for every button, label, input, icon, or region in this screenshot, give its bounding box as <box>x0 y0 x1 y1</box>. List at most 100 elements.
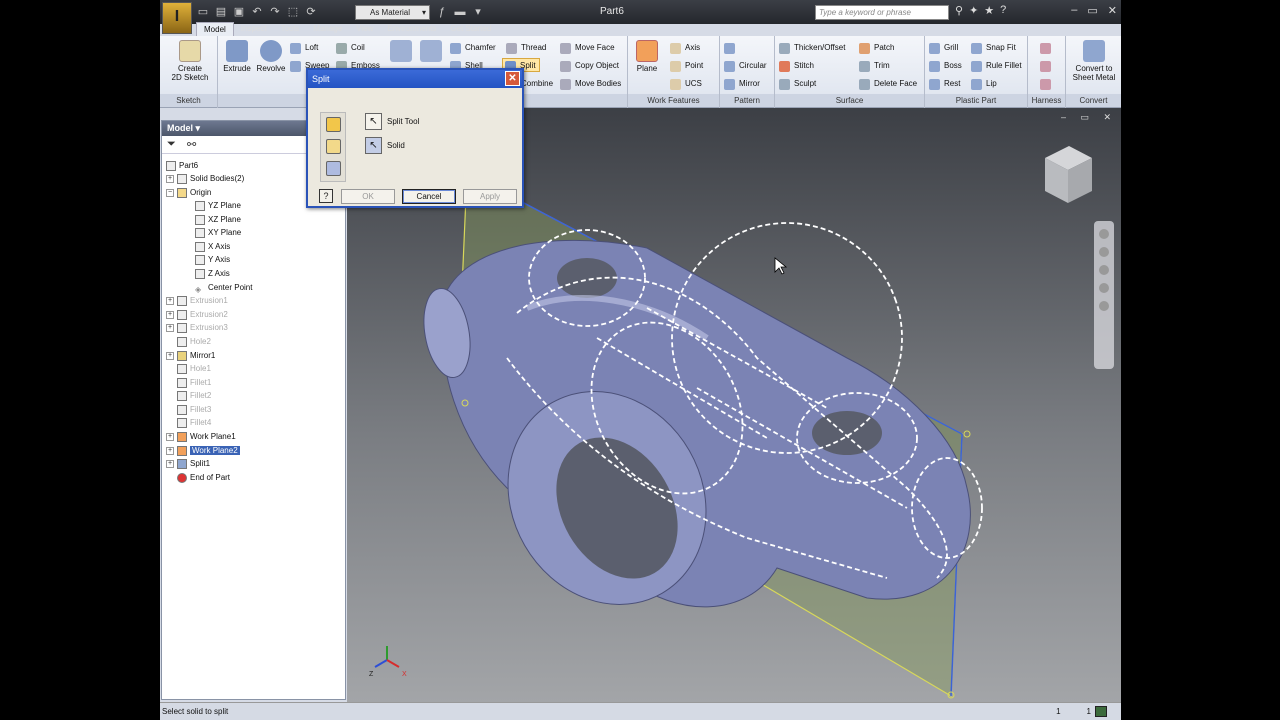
help-button[interactable]: ? <box>319 189 333 203</box>
harness-button-2[interactable] <box>1040 59 1052 73</box>
color-icon[interactable]: ▬ <box>453 5 467 19</box>
tree-item-y-axis[interactable]: Y Axis <box>195 253 230 266</box>
filter-icon[interactable]: ⏷ <box>167 138 176 151</box>
expand-icon[interactable]: + <box>166 323 174 332</box>
expand-icon[interactable]: + <box>166 351 174 360</box>
solid-selector[interactable]: ↖ Solid <box>365 137 405 155</box>
ucs-button[interactable]: UCS <box>670 77 702 91</box>
move-bodies-button[interactable]: Move Bodies <box>560 77 621 91</box>
viewcube-icon[interactable] <box>1045 146 1092 203</box>
tab-inspect[interactable]: Inspect <box>234 22 274 36</box>
expand-icon[interactable]: + <box>166 459 174 468</box>
arrow-icon[interactable]: ↖ <box>365 137 382 155</box>
rectangular-button[interactable] <box>724 41 739 55</box>
collapse-icon[interactable]: − <box>166 188 174 197</box>
tree-item-x-axis[interactable]: X Axis <box>195 240 230 253</box>
fx-icon[interactable]: ƒ <box>435 5 449 19</box>
revolve-button[interactable]: Revolve <box>254 40 288 73</box>
tab-manage[interactable]: Manage <box>306 22 349 36</box>
create-2d-sketch-button[interactable]: Create 2D Sketch <box>168 40 212 82</box>
axis-button[interactable]: Axis <box>670 41 700 55</box>
tree-item-mirror1[interactable]: + Mirror1 <box>166 349 215 362</box>
material-dropdown[interactable]: As Material <box>355 5 430 20</box>
sculpt-button[interactable]: Sculpt <box>779 77 816 91</box>
tree-item-extrusion3[interactable]: + Extrusion3 <box>166 321 228 334</box>
binoculars-icon[interactable]: ⚲ <box>955 4 963 17</box>
cancel-button[interactable]: Cancel <box>402 189 456 204</box>
arrow-icon[interactable]: ↖ <box>365 113 382 131</box>
stitch-button[interactable]: Stitch <box>779 59 814 73</box>
minimize-icon[interactable]: – <box>1071 4 1077 17</box>
tree-item-part6[interactable]: Part6 <box>166 159 198 172</box>
select-icon[interactable]: ⬚ <box>286 5 300 19</box>
orbit-icon[interactable] <box>1099 283 1109 293</box>
lip-button[interactable]: Lip <box>971 77 997 91</box>
steering-wheel-icon[interactable] <box>1099 229 1109 239</box>
tab-model[interactable]: Model <box>196 22 234 36</box>
tree-item-z-axis[interactable]: Z Axis <box>195 267 230 280</box>
boss-button[interactable]: Boss <box>929 59 962 73</box>
tree-item-hole1[interactable]: Hole1 <box>166 362 211 375</box>
undo-icon[interactable]: ↶ <box>250 5 264 19</box>
expand-icon[interactable]: + <box>166 432 174 441</box>
redo-icon[interactable]: ↷ <box>268 5 282 19</box>
chamfer-button[interactable]: Chamfer <box>450 41 496 55</box>
tree-item-work-plane1[interactable]: + Work Plane1 <box>166 430 236 443</box>
split-part-icon[interactable] <box>326 117 341 132</box>
tab-get-started[interactable]: Get Started <box>443 22 498 36</box>
update-icon[interactable]: ⟳ <box>304 5 318 19</box>
expand-icon[interactable]: + <box>166 174 174 183</box>
rule-fillet-button[interactable]: Rule Fillet <box>971 59 1022 73</box>
tree-item-origin[interactable]: − Origin <box>166 186 211 199</box>
trim-button[interactable]: Trim <box>859 59 890 73</box>
fillet-button[interactable] <box>418 40 444 64</box>
tree-item-yz-plane[interactable]: YZ Plane <box>195 199 241 212</box>
tree-item-fillet1[interactable]: Fillet1 <box>166 376 211 389</box>
tab-tools[interactable]: Tools <box>274 22 307 36</box>
close-icon[interactable]: ✕ <box>505 71 520 86</box>
wrench-icon[interactable]: ✦ <box>969 4 978 17</box>
extrude-button[interactable]: Extrude <box>220 40 254 73</box>
snap-fit-button[interactable]: Snap Fit <box>971 41 1016 55</box>
look-at-icon[interactable] <box>1099 301 1109 311</box>
thicken-button[interactable]: Thicken/Offset <box>779 41 845 55</box>
hole-button[interactable] <box>388 40 414 64</box>
pan-icon[interactable] <box>1099 247 1109 257</box>
tab-view[interactable]: View <box>349 22 380 36</box>
point-button[interactable]: Point <box>670 59 703 73</box>
expand-icon[interactable]: + <box>166 446 174 455</box>
navigation-bar[interactable] <box>1094 221 1114 369</box>
patch-button[interactable]: Patch <box>859 41 894 55</box>
new-icon[interactable]: ▭ <box>196 5 210 19</box>
split-face-icon[interactable] <box>326 139 341 154</box>
mirror-button[interactable]: Mirror <box>724 77 760 91</box>
tree-item-solid-bodies[interactable]: + Solid Bodies(2) <box>166 172 244 185</box>
convert-sheet-metal-button[interactable]: Convert to Sheet Metal <box>1068 40 1120 82</box>
split-tool-selector[interactable]: ↖ Split Tool <box>365 113 419 131</box>
ok-button[interactable]: OK <box>341 189 395 204</box>
close-icon[interactable]: ✕ <box>1108 4 1117 17</box>
star-icon[interactable]: ★ <box>984 4 994 17</box>
open-icon[interactable]: ▤ <box>214 5 228 19</box>
search-input[interactable]: Type a keyword or phrase <box>815 5 949 20</box>
tree-item-fillet2[interactable]: Fillet2 <box>166 389 211 402</box>
tree-item-fillet3[interactable]: Fillet3 <box>166 403 211 416</box>
apply-button[interactable]: Apply <box>463 189 517 204</box>
zoom-icon[interactable] <box>1099 265 1109 275</box>
find-icon[interactable]: ⚯ <box>187 138 196 151</box>
tree-item-xy-plane[interactable]: XY Plane <box>195 226 241 239</box>
expand-icon[interactable]: + <box>166 296 174 305</box>
tree-item-center-point[interactable]: ◈ Center Point <box>195 281 252 294</box>
plane-button[interactable]: Plane <box>632 40 662 73</box>
tree-item-work-plane2[interactable]: + Work Plane2 <box>166 444 240 457</box>
tree-item-split1[interactable]: + Split1 <box>166 457 210 470</box>
loft-button[interactable]: Loft <box>290 41 318 55</box>
harness-button-1[interactable] <box>1040 41 1052 55</box>
help-icon[interactable]: ? <box>1000 4 1006 17</box>
thread-button[interactable]: Thread <box>506 41 546 55</box>
tree-item-fillet4[interactable]: Fillet4 <box>166 416 211 429</box>
grill-button[interactable]: Grill <box>929 41 958 55</box>
copy-object-button[interactable]: Copy Object <box>560 59 619 73</box>
coil-button[interactable]: Coil <box>336 41 365 55</box>
tab-environments[interactable]: Environments <box>380 22 443 36</box>
